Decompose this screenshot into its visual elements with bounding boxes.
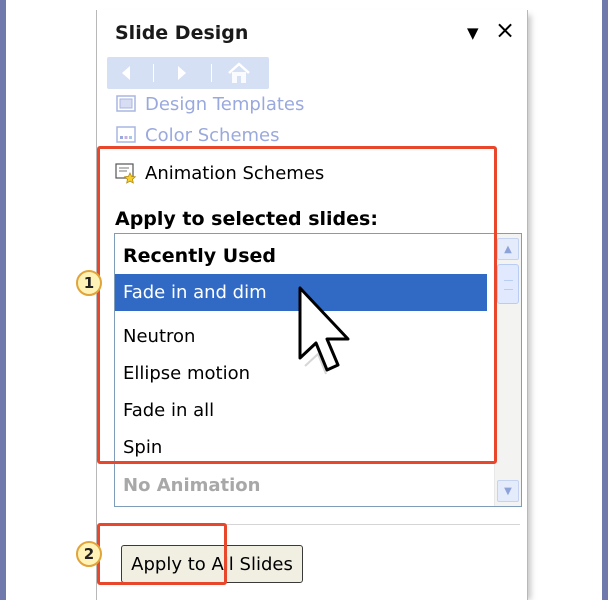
close-icon[interactable]: ×	[495, 18, 515, 42]
triangle-down-icon[interactable]: ▼	[467, 24, 479, 42]
callout-step-1: 1	[76, 270, 102, 296]
list-scrollbar[interactable]: ▲ ▼	[494, 234, 521, 506]
link-design-templates[interactable]: Design Templates	[115, 92, 304, 116]
list-item-no-animation[interactable]: No Animation	[115, 467, 487, 504]
design-templates-icon	[115, 94, 137, 114]
link-label: Color Schemes	[145, 124, 280, 146]
arrow-right-icon[interactable]	[161, 57, 201, 89]
link-color-schemes[interactable]: Color Schemes	[115, 123, 280, 147]
scroll-up-icon[interactable]: ▲	[497, 238, 519, 260]
nav-divider	[153, 64, 154, 82]
pane-navigation-bar	[107, 57, 269, 89]
list-item-label: No Animation	[123, 475, 261, 496]
nav-divider	[211, 64, 212, 82]
pane-title: Slide Design	[115, 22, 249, 44]
link-label: Design Templates	[145, 93, 305, 115]
app-background: Slide Design ▼ × Design Templates Color …	[0, 0, 608, 600]
arrow-left-icon[interactable]	[107, 57, 147, 89]
mouse-pointer-icon	[298, 286, 350, 375]
scroll-thumb[interactable]	[497, 264, 519, 304]
highlight-frame-step-2	[97, 523, 227, 585]
scroll-down-icon[interactable]: ▼	[497, 480, 519, 502]
color-schemes-icon	[115, 125, 137, 145]
home-icon[interactable]	[219, 57, 259, 89]
callout-step-2: 2	[76, 541, 102, 567]
canvas: Slide Design ▼ × Design Templates Color …	[6, 0, 602, 600]
